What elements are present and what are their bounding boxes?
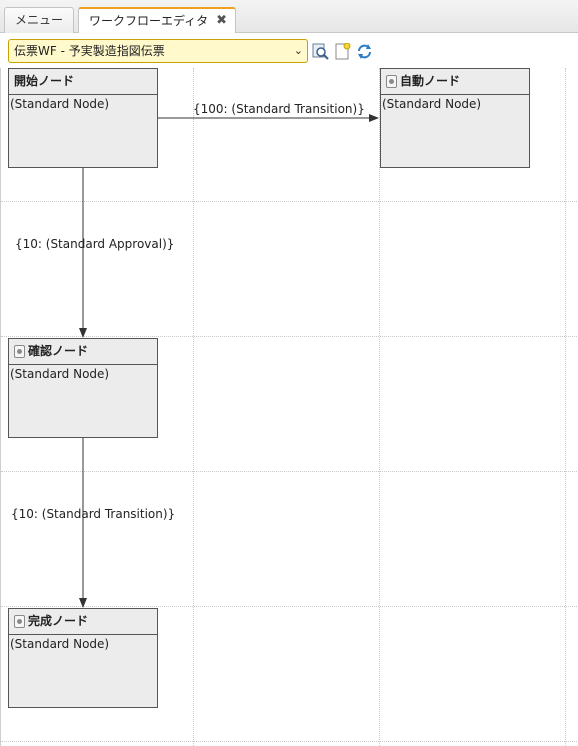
tab-workflow-editor[interactable]: ワークフローエディタ ✖ [78,7,236,34]
node-complete-header: 完成ノード [9,609,157,635]
node-start-type: (Standard Node) [10,97,110,111]
node-icon [14,615,25,628]
node-confirm[interactable]: 確認ノード (Standard Node) [8,338,158,438]
node-start-title: 開始ノード [14,74,75,88]
node-confirm-header: 確認ノード [9,339,157,365]
tab-menu-label: メニュー [15,13,64,27]
edge-label-start-to-auto[interactable]: {100: (Standard Transition)} [193,102,365,116]
tab-menu[interactable]: メニュー [4,7,74,33]
refresh-icon[interactable] [356,43,373,60]
workflow-select[interactable]: 伝票WF - 予実製造指図伝票 ⌄ [8,39,308,63]
node-auto[interactable]: 自動ノード (Standard Node) [380,68,530,168]
node-complete-type: (Standard Node) [10,637,110,651]
node-icon [386,75,397,88]
toolbar: 伝票WF - 予実製造指図伝票 ⌄ [0,33,578,68]
workflow-canvas[interactable]: {100: (Standard Transition)} {10: (Stand… [0,68,578,746]
edge-label-confirm-to-complete[interactable]: {10: (Standard Transition)} [11,507,175,521]
search-zoom-icon[interactable] [312,43,329,60]
node-auto-header: 自動ノード [381,69,529,95]
close-tab-icon[interactable]: ✖ [216,9,227,33]
node-confirm-type: (Standard Node) [10,367,110,381]
node-auto-title: 自動ノード [400,74,461,88]
node-complete[interactable]: 完成ノード (Standard Node) [8,608,158,708]
new-document-icon[interactable] [334,43,351,60]
chevron-down-icon: ⌄ [293,44,303,57]
workflow-select-value: 伝票WF - 予実製造指図伝票 [14,44,165,58]
edge-label-start-to-confirm[interactable]: {10: (Standard Approval)} [15,237,174,251]
node-icon [14,345,25,358]
node-confirm-title: 確認ノード [28,344,89,358]
node-start[interactable]: 開始ノード (Standard Node) [8,68,158,168]
node-start-header: 開始ノード [9,69,157,95]
node-auto-type: (Standard Node) [382,97,482,111]
tab-bar: メニュー ワークフローエディタ ✖ [0,0,578,34]
node-complete-title: 完成ノード [28,614,89,628]
tab-workflow-editor-label: ワークフローエディタ [89,14,209,28]
